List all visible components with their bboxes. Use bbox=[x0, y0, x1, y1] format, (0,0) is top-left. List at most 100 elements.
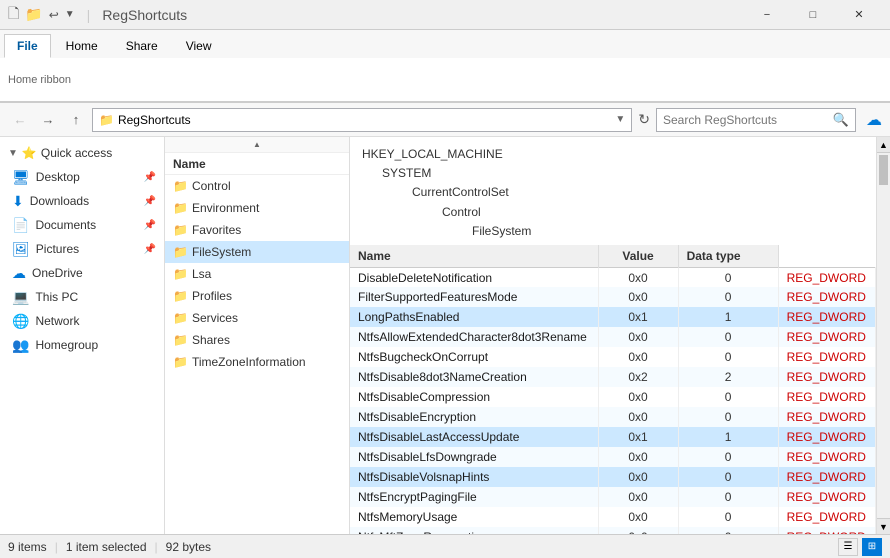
desktop-label: Desktop bbox=[36, 170, 80, 184]
col-value[interactable]: Value bbox=[598, 245, 678, 268]
table-row[interactable]: FilterSupportedFeaturesMode0x00REG_DWORD bbox=[350, 287, 876, 307]
cell-value2: 0 bbox=[678, 267, 778, 287]
cell-value2: 0 bbox=[678, 527, 778, 534]
lsa-label: Lsa bbox=[192, 267, 211, 281]
table-row[interactable]: NtfsMemoryUsage0x00REG_DWORD bbox=[350, 507, 876, 527]
cell-value: 0x0 bbox=[598, 507, 678, 527]
network-icon: 🌐 bbox=[12, 313, 29, 330]
tab-view[interactable]: View bbox=[173, 34, 225, 58]
cell-dtype: REG_DWORD bbox=[778, 447, 875, 467]
table-row[interactable]: NtfsMftZoneReservation0x00REG_DWORD bbox=[350, 527, 876, 534]
tree-item-lsa[interactable]: 📁 Lsa bbox=[165, 263, 349, 285]
control-folder-icon: 📁 bbox=[173, 179, 188, 193]
tree-item-timezoneinfo[interactable]: 📁 TimeZoneInformation bbox=[165, 351, 349, 373]
timezone-folder-icon: 📁 bbox=[173, 355, 188, 369]
desktop-icon: 🖥 bbox=[12, 169, 30, 186]
tree-item-environment[interactable]: 📁 Environment bbox=[165, 197, 349, 219]
table-row[interactable]: NtfsBugcheckOnCorrupt0x00REG_DWORD bbox=[350, 347, 876, 367]
cell-value: 0x0 bbox=[598, 267, 678, 287]
address-bar: ← → ↑ 📁 RegShortcuts ▼ ↻ 🔍 ☁ bbox=[0, 103, 890, 137]
sidebar-item-network[interactable]: 🌐 Network bbox=[0, 309, 164, 333]
documents-icon: 📄 bbox=[12, 217, 29, 234]
quick-access-star-icon: ⭐ bbox=[22, 146, 37, 160]
refresh-button[interactable]: ↻ bbox=[636, 109, 652, 130]
onedrive-icon: ☁ bbox=[866, 110, 882, 130]
tab-home[interactable]: Home bbox=[53, 34, 111, 58]
col-dtype[interactable]: Data type bbox=[678, 245, 778, 268]
minimize-button[interactable]: − bbox=[744, 0, 790, 30]
table-row[interactable]: NtfsDisableEncryption0x00REG_DWORD bbox=[350, 407, 876, 427]
breadcrumb-line1: HKEY_LOCAL_MACHINE bbox=[362, 145, 864, 164]
view-list-button[interactable]: ☰ bbox=[838, 538, 858, 556]
table-row[interactable]: NtfsDisableLastAccessUpdate0x11REG_DWORD bbox=[350, 427, 876, 447]
sidebar-item-onedrive[interactable]: ☁ OneDrive bbox=[0, 261, 164, 285]
cell-value2: 1 bbox=[678, 427, 778, 447]
table-row[interactable]: NtfsDisableVolsnapHints0x00REG_DWORD bbox=[350, 467, 876, 487]
cell-name: NtfsMftZoneReservation bbox=[350, 527, 598, 534]
sidebar-item-desktop[interactable]: 🖥 Desktop 📌 bbox=[0, 165, 164, 189]
table-row[interactable]: NtfsDisableCompression0x00REG_DWORD bbox=[350, 387, 876, 407]
new-doc-icon: 🗋 bbox=[8, 3, 19, 27]
up-button[interactable]: ↑ bbox=[64, 108, 88, 132]
tree-item-profiles[interactable]: 📁 Profiles bbox=[165, 285, 349, 307]
sidebar-item-homegroup[interactable]: 👥 Homegroup bbox=[0, 333, 164, 357]
dropdown-icon[interactable]: ▼ bbox=[65, 9, 75, 20]
tab-file[interactable]: File bbox=[4, 34, 51, 58]
cell-dtype: REG_DWORD bbox=[778, 487, 875, 507]
tree-scroll-up[interactable]: ▲ bbox=[165, 137, 349, 153]
lsa-folder-icon: 📁 bbox=[173, 267, 188, 281]
forward-button[interactable]: → bbox=[36, 108, 60, 132]
sidebar-header-quick-access[interactable]: ▼ ⭐ Quick access bbox=[0, 141, 164, 165]
cell-dtype: REG_DWORD bbox=[778, 407, 875, 427]
content-scrollbar[interactable]: ▲ ▼ bbox=[876, 137, 890, 534]
sidebar-item-thispc[interactable]: 💻 This PC bbox=[0, 285, 164, 309]
tree-item-control[interactable]: 📁 Control bbox=[165, 175, 349, 197]
address-path[interactable]: 📁 RegShortcuts ▼ bbox=[92, 108, 632, 132]
table-header-row: Name Value Data type bbox=[350, 245, 876, 268]
cell-value: 0x0 bbox=[598, 447, 678, 467]
cell-value2: 0 bbox=[678, 387, 778, 407]
downloads-label: Downloads bbox=[30, 194, 89, 208]
view-details-button[interactable]: ⊞ bbox=[862, 538, 882, 556]
sidebar-item-downloads[interactable]: ⬇ Downloads 📌 bbox=[0, 189, 164, 213]
onedrive-label: OneDrive bbox=[32, 266, 83, 280]
cell-dtype: REG_DWORD bbox=[778, 387, 875, 407]
maximize-button[interactable]: □ bbox=[790, 0, 836, 30]
cell-value: 0x1 bbox=[598, 307, 678, 327]
cell-value: 0x0 bbox=[598, 287, 678, 307]
timezone-label: TimeZoneInformation bbox=[192, 355, 306, 369]
table-row[interactable]: NtfsDisable8dot3NameCreation0x22REG_DWOR… bbox=[350, 367, 876, 387]
search-input[interactable] bbox=[663, 113, 833, 127]
sidebar-item-documents[interactable]: 📄 Documents 📌 bbox=[0, 213, 164, 237]
col-name[interactable]: Name bbox=[350, 245, 598, 268]
back-button[interactable]: ← bbox=[8, 108, 32, 132]
scroll-thumb[interactable] bbox=[879, 155, 888, 185]
tab-share[interactable]: Share bbox=[113, 34, 171, 58]
documents-pin-icon: 📌 bbox=[144, 220, 156, 231]
folder-icon: 📁 bbox=[25, 6, 42, 23]
tree-item-services[interactable]: 📁 Services bbox=[165, 307, 349, 329]
scroll-down-button[interactable]: ▼ bbox=[877, 518, 890, 534]
table-row[interactable]: DisableDeleteNotification0x00REG_DWORD bbox=[350, 267, 876, 287]
cell-name: DisableDeleteNotification bbox=[350, 267, 598, 287]
table-row[interactable]: NtfsAllowExtendedCharacter8dot3Rename0x0… bbox=[350, 327, 876, 347]
tree-item-shares[interactable]: 📁 Shares bbox=[165, 329, 349, 351]
cell-dtype: REG_DWORD bbox=[778, 427, 875, 447]
cell-value: 0x0 bbox=[598, 467, 678, 487]
tree-item-favorites[interactable]: 📁 Favorites bbox=[165, 219, 349, 241]
item-count: 9 items bbox=[8, 540, 47, 554]
profiles-label: Profiles bbox=[192, 289, 232, 303]
table-row[interactable]: NtfsDisableLfsDowngrade0x00REG_DWORD bbox=[350, 447, 876, 467]
cell-value2: 0 bbox=[678, 507, 778, 527]
downloads-pin-icon: 📌 bbox=[144, 196, 156, 207]
cell-name: LongPathsEnabled bbox=[350, 307, 598, 327]
tree-item-filesystem[interactable]: 📁 FileSystem bbox=[165, 241, 349, 263]
table-row[interactable]: NtfsEncryptPagingFile0x00REG_DWORD bbox=[350, 487, 876, 507]
sidebar-item-pictures[interactable]: 🖼 Pictures 📌 bbox=[0, 237, 164, 261]
table-row[interactable]: LongPathsEnabled0x11REG_DWORD bbox=[350, 307, 876, 327]
close-button[interactable]: ✕ bbox=[836, 0, 882, 30]
scroll-up-button[interactable]: ▲ bbox=[877, 137, 890, 153]
path-dropdown-icon[interactable]: ▼ bbox=[615, 114, 625, 125]
search-box[interactable]: 🔍 bbox=[656, 108, 856, 132]
cell-value: 0x0 bbox=[598, 487, 678, 507]
